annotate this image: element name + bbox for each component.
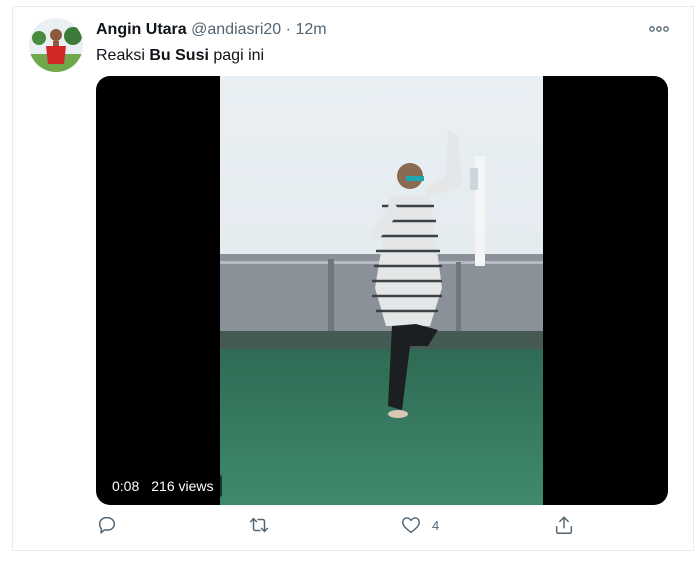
author-name[interactable]: Angin Utara [96,21,187,38]
tweet-text-end: pagi ini [208,47,265,64]
retweet-button[interactable] [248,514,270,536]
tweet-timestamp[interactable]: 12m [295,21,326,38]
like-count: 4 [432,517,440,533]
heart-icon [402,517,420,534]
video-player[interactable]: 0:08 216 views [96,76,668,505]
retweet-icon [249,517,269,533]
meta-separator: · [285,21,291,38]
video-duration: 0:08 [112,478,140,494]
reply-icon [98,516,116,534]
author-handle[interactable]: @andiasri20 [191,21,281,38]
tweet-text: Reaksi Bu Susi pagi ini [96,46,264,66]
tweet-text-start: Reaksi [96,47,150,64]
reply-button[interactable] [96,514,118,536]
author-avatar[interactable] [29,18,83,72]
video-frame[interactable] [220,76,543,505]
more-options-icon[interactable] [648,20,670,38]
video-views: 216 views [151,478,214,494]
video-info-overlay: 0:08 216 views [104,474,222,498]
tweet-actions: 4 [0,514,700,542]
tweet-header: Angin Utara @andiasri20 · 12m [96,20,327,40]
like-button[interactable]: 4 [400,514,439,536]
share-button[interactable] [553,514,575,536]
tweet-text-bold: Bu Susi [149,47,209,64]
share-icon [555,516,573,534]
